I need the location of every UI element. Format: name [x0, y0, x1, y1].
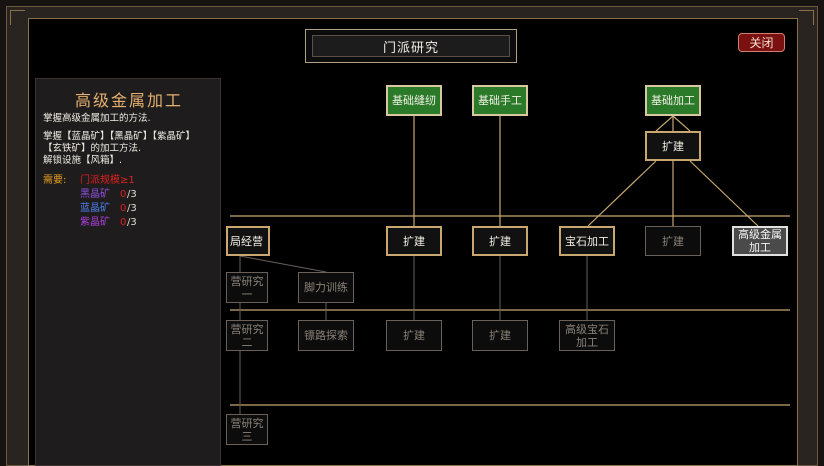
requirement-name: 黑晶矿	[80, 189, 110, 200]
node-label: 二	[241, 335, 253, 349]
research-desc-line: 【玄铁矿】的加工方法.	[43, 143, 142, 154]
requirement-name: 蓝晶矿	[80, 203, 110, 214]
node-label: 营研究	[230, 322, 264, 336]
research-desc-line: 解锁设施【风箱】.	[43, 155, 123, 166]
tech-node-basic-processing[interactable]: 基础加工	[645, 85, 701, 116]
tech-node-station-research-1[interactable]: 营研究 一	[226, 272, 268, 303]
tech-node-expand[interactable]: 扩建	[386, 226, 442, 256]
tech-node-station-research-2[interactable]: 营研究 二	[226, 320, 268, 351]
close-button[interactable]: 关闭	[738, 33, 785, 52]
node-label: 一	[241, 287, 253, 301]
tech-node-stamina-training[interactable]: 脚力训练	[298, 272, 354, 303]
tech-node-expand[interactable]: 扩建	[386, 320, 442, 351]
research-info-panel: 高级金属加工 掌握高级金属加工的方法. 掌握【蓝晶矿】【黑晶矿】【紫晶矿】 【玄…	[35, 78, 221, 466]
window-title: 门派研究	[312, 35, 510, 57]
node-label: 加工	[576, 335, 598, 349]
research-desc-line: 掌握【蓝晶矿】【黑晶矿】【紫晶矿】	[43, 131, 196, 142]
node-label: 加工	[749, 241, 771, 254]
node-label: 营研究	[230, 416, 264, 430]
node-label: 营研究	[230, 274, 264, 288]
requirement-have: 0	[120, 217, 127, 228]
tech-node-advanced-metal-processing[interactable]: 高级金属 加工	[732, 226, 788, 256]
requirement-have: 0	[120, 189, 127, 200]
corner-ornament-icon	[799, 10, 814, 25]
tech-node-gem-processing[interactable]: 宝石加工	[559, 226, 615, 256]
node-label: 三	[241, 429, 253, 443]
research-title: 高级金属加工	[74, 91, 183, 110]
requirement-have: 0	[120, 203, 127, 214]
requirement-need: /3	[127, 217, 137, 228]
window-title-plate: 门派研究	[305, 29, 517, 63]
requirements-label: 需要:	[43, 175, 67, 186]
research-summary: 掌握高级金属加工的方法.	[43, 113, 151, 124]
requirement-name: 紫晶矿	[80, 217, 110, 228]
tech-node-expand[interactable]: 扩建	[472, 320, 528, 351]
tech-node-station-research-3[interactable]: 营研究 三	[226, 414, 268, 445]
requirement-need: /3	[127, 189, 137, 200]
tech-node-station-management[interactable]: 局经营	[226, 226, 270, 256]
tech-node-expand[interactable]: 扩建	[472, 226, 528, 256]
requirement-name: 门派规模≥1	[80, 175, 135, 186]
requirement-need: /3	[127, 203, 137, 214]
node-label: 高级金属	[738, 228, 782, 241]
corner-ornament-icon	[10, 10, 25, 25]
node-label: 高级宝石	[565, 322, 609, 336]
tech-node-basic-handcraft[interactable]: 基础手工	[472, 85, 528, 116]
tech-node-basic-sewing[interactable]: 基础缝纫	[386, 85, 442, 116]
tech-node-expand[interactable]: 扩建	[645, 131, 701, 161]
tech-node-escort-route-exploration[interactable]: 镖路探索	[298, 320, 354, 351]
tech-node-expand[interactable]: 扩建	[645, 226, 701, 256]
tech-node-advanced-gem-processing[interactable]: 高级宝石 加工	[559, 320, 615, 351]
